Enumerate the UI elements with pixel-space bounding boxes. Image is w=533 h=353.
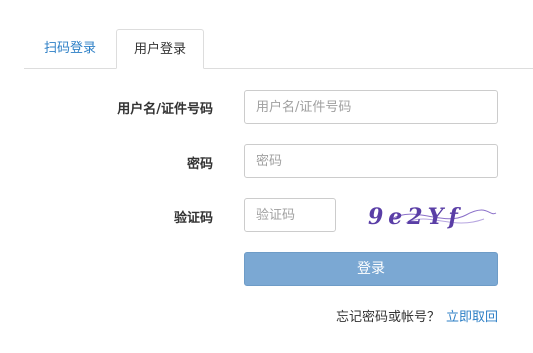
captcha-label: 验证码 (173, 211, 213, 226)
retrieve-link[interactable]: 立即取回 (446, 310, 498, 325)
username-label: 用户名/证件号码 (117, 102, 213, 117)
forgot-question: 忘记密码或帐号？ (335, 310, 440, 325)
password-input[interactable] (244, 144, 498, 178)
username-input[interactable] (244, 90, 498, 124)
password-label: 密码 (186, 157, 213, 172)
tab-scan-login[interactable]: 扫码登录 (27, 29, 113, 69)
login-button[interactable]: 登录 (244, 252, 498, 286)
captcha-input[interactable] (244, 198, 336, 232)
captcha-text: 9e2Yf (368, 204, 463, 230)
forgot-account-row: 忘记密码或帐号？ 立即取回 (336, 306, 498, 325)
captcha-image[interactable]: 9e2Yf (334, 197, 498, 233)
tab-user-login[interactable]: 用户登录 (116, 29, 204, 69)
